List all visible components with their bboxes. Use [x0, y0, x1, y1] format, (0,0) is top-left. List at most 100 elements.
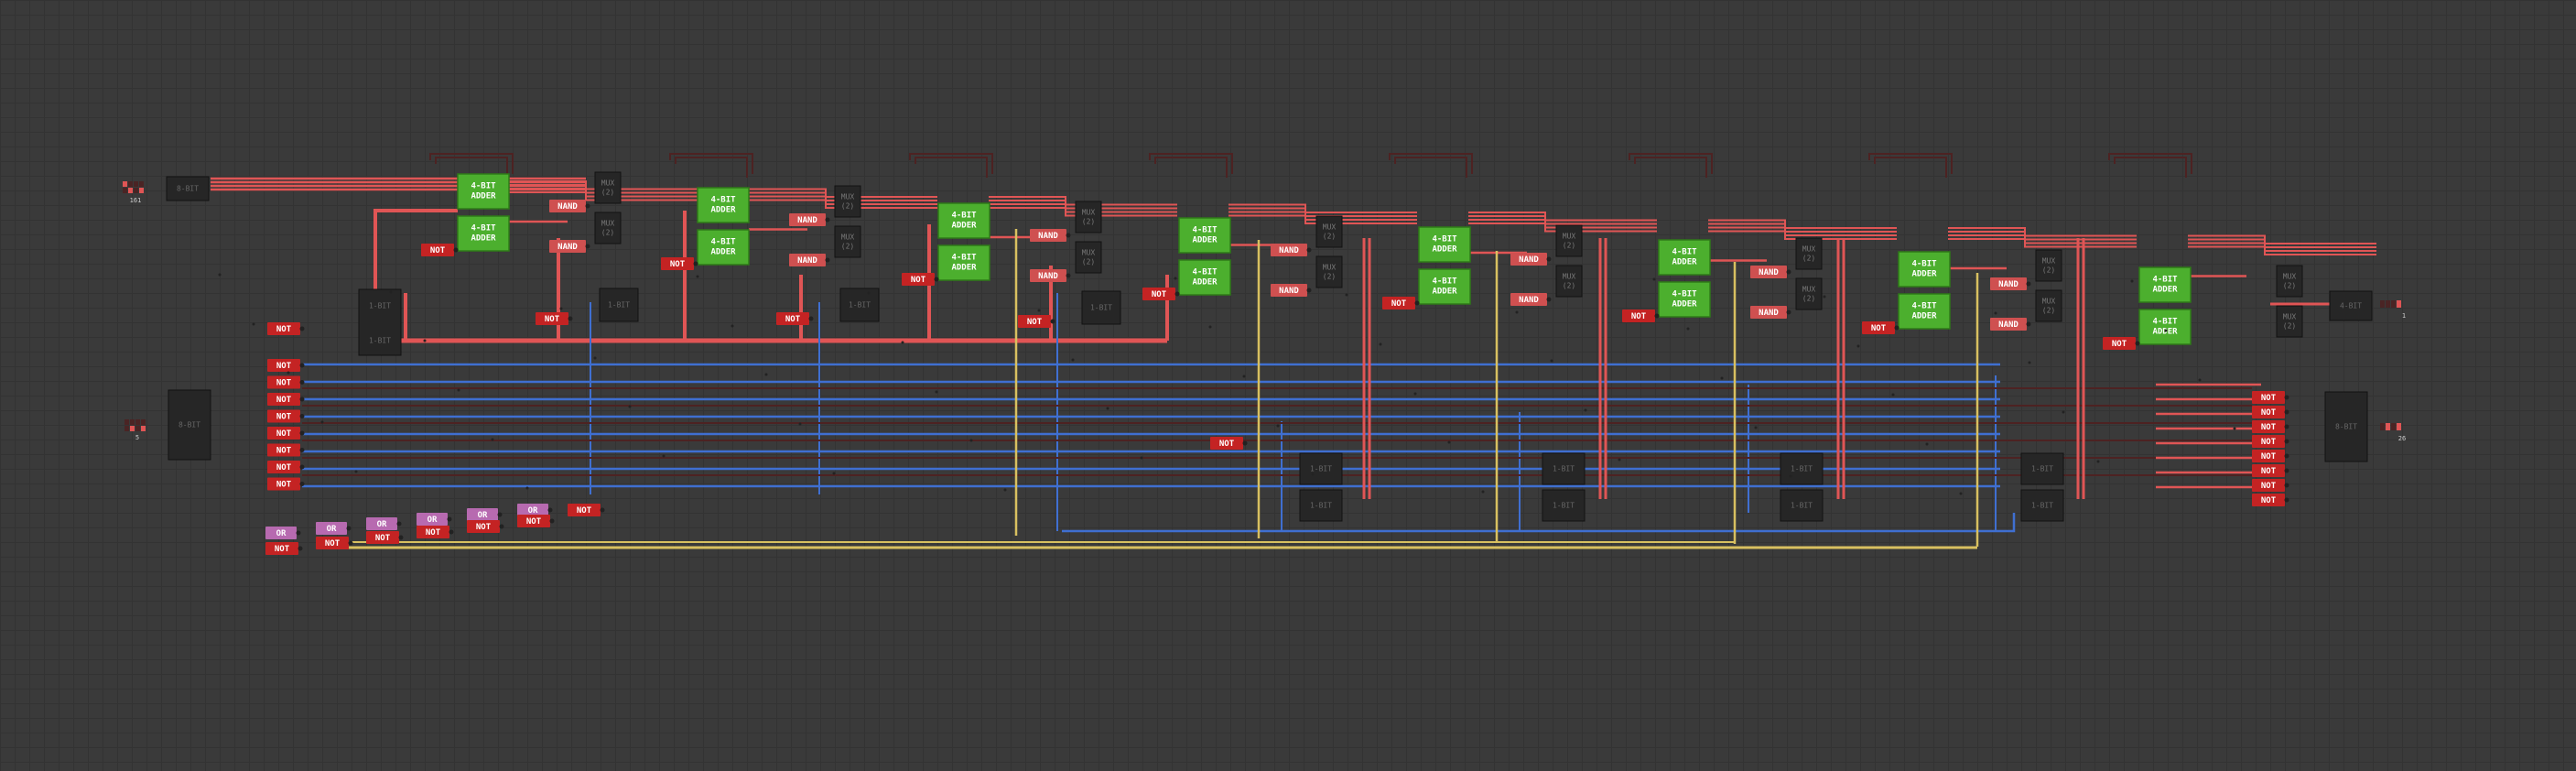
bit-switch[interactable]	[139, 188, 144, 193]
or-not-gate-5[interactable]: NOT	[517, 515, 555, 527]
adder-high-5[interactable]: 4-BITADDER	[1658, 239, 1711, 276]
adder-high-1[interactable]: 4-BITADDER	[697, 187, 750, 223]
adder-low-3[interactable]: 4-BITADDER	[1178, 259, 1231, 296]
nand-gate-1[interactable]: NAND	[789, 213, 830, 226]
bit-switch[interactable]	[124, 419, 129, 425]
nand-gate-b6[interactable]: NAND	[1990, 318, 2031, 331]
circuit-diagram[interactable]: 161 8-BIT 5 8-BIT NOT NOT NOT NOT NOT NOT NOT NOT NO…	[0, 0, 2576, 767]
nand-gate-b0[interactable]: NAND	[549, 240, 590, 253]
bit-switch[interactable]	[130, 426, 135, 431]
stage-splitter-0[interactable]: 1-BIT	[599, 288, 639, 322]
or-gate-0[interactable]: OR	[265, 527, 301, 539]
carry-not-1[interactable]: NOT	[661, 257, 698, 270]
final-not-gate[interactable]: NOT	[568, 504, 605, 516]
carry-not-0[interactable]: NOT	[421, 244, 459, 256]
stage-not-0[interactable]: NOT	[536, 312, 573, 325]
bit-switch[interactable]	[128, 181, 133, 187]
mux-low-6[interactable]: MUX(2)	[2035, 289, 2062, 322]
stage-not-1[interactable]: NOT	[776, 312, 814, 325]
carry-not-3[interactable]: NOT	[1142, 288, 1180, 300]
mux-high-0[interactable]: MUX(2)	[594, 171, 622, 204]
lower-splitter-bot-0[interactable]: 1-BIT	[1299, 489, 1343, 522]
adder-low-5[interactable]: 4-BITADDER	[1658, 281, 1711, 318]
carry-not-7[interactable]: NOT	[2103, 337, 2140, 350]
stage-not-2[interactable]: NOT	[1018, 315, 1055, 328]
or-gate-3[interactable]: OR	[417, 513, 452, 526]
lower-splitter-bot-3[interactable]: 1-BIT	[2020, 489, 2064, 522]
adder-low-0[interactable]: 4-BITADDER	[457, 215, 510, 252]
bit-switch[interactable]	[134, 188, 138, 193]
output-not-gate[interactable]: NOT	[2252, 450, 2289, 462]
output-not-gate[interactable]: NOT	[2252, 435, 2289, 448]
nand-gate-0[interactable]: NAND	[549, 200, 590, 212]
invert-not-gate[interactable]: NOT	[267, 409, 305, 423]
input-a-splitter[interactable]: 8-BIT	[166, 176, 210, 201]
or-gate-4[interactable]: OR	[467, 508, 503, 521]
lower-splitter-top-3[interactable]: 1-BIT	[2020, 452, 2064, 485]
nand-gate-6[interactable]: NAND	[1990, 277, 2031, 290]
input-b-switches[interactable]	[124, 419, 146, 431]
output-not-gate[interactable]: NOT	[2252, 391, 2289, 404]
lower-splitter-top-0[interactable]: 1-BIT	[1299, 452, 1343, 485]
lower-splitter-top-2[interactable]: 1-BIT	[1780, 452, 1824, 485]
mux-high-7[interactable]: MUX(2)	[2276, 265, 2303, 298]
lower-not-gate[interactable]: NOT	[1210, 437, 1248, 450]
nand-gate-b1[interactable]: NAND	[789, 254, 830, 266]
nand-gate-5[interactable]: NAND	[1750, 266, 1791, 278]
adder-high-0[interactable]: 4-BITADDER	[457, 173, 510, 210]
mux-high-4[interactable]: MUX(2)	[1555, 224, 1583, 257]
bit-switch[interactable]	[130, 419, 135, 425]
mux-high-6[interactable]: MUX(2)	[2035, 249, 2062, 282]
mux-high-2[interactable]: MUX(2)	[1075, 201, 1102, 233]
mux-low-3[interactable]: MUX(2)	[1315, 255, 1343, 288]
output-not-gate[interactable]: NOT	[2252, 406, 2289, 418]
lower-splitter-bot-1[interactable]: 1-BIT	[1542, 489, 1586, 522]
adder-high-3[interactable]: 4-BITADDER	[1178, 217, 1231, 254]
mux-low-2[interactable]: MUX(2)	[1075, 241, 1102, 274]
bit-switch[interactable]	[141, 426, 146, 431]
adder-high-2[interactable]: 4-BITADDER	[937, 202, 990, 239]
nand-gate-4[interactable]: NAND	[1510, 253, 1552, 266]
nand-gate-b3[interactable]: NAND	[1271, 284, 1312, 297]
invert-not-gate[interactable]: NOT	[267, 443, 305, 457]
invert-not-gate[interactable]: NOT	[267, 375, 305, 389]
bit-switch[interactable]	[123, 188, 127, 193]
nand-gate-b4[interactable]: NAND	[1510, 293, 1552, 306]
chip-body[interactable]	[358, 288, 402, 356]
mux-low-7[interactable]: MUX(2)	[2276, 305, 2303, 338]
invert-not-gate[interactable]: NOT	[267, 393, 305, 406]
nand-gate-3[interactable]: NAND	[1271, 244, 1312, 256]
or-not-gate-2[interactable]: NOT	[366, 531, 404, 544]
mux-high-3[interactable]: MUX(2)	[1315, 215, 1343, 248]
invert-not-gate[interactable]: NOT	[267, 461, 305, 473]
lower-splitter-top-1[interactable]: 1-BIT	[1542, 452, 1586, 485]
bit-switch[interactable]	[124, 426, 129, 431]
adder-high-4[interactable]: 4-BITADDER	[1418, 226, 1471, 263]
stage-splitter-2[interactable]: 1-BIT	[1081, 290, 1121, 325]
carry-not-6[interactable]: NOT	[1862, 321, 1900, 334]
mid-splitter[interactable]	[358, 288, 402, 356]
nand-gate-b2[interactable]: NAND	[1030, 269, 1071, 282]
carry-not-2[interactable]: NOT	[902, 273, 939, 286]
or-not-gate-3[interactable]: NOT	[417, 526, 454, 538]
output-not-gate[interactable]: NOT	[2252, 420, 2289, 433]
carry-not-4[interactable]: NOT	[1382, 297, 1420, 309]
or-not-gate-4[interactable]: NOT	[467, 520, 504, 533]
bit-switch[interactable]	[141, 419, 146, 425]
circuit-canvas[interactable]: 161 8-BIT 5 8-BIT NOT NOT NOT NOT NOT NOT NOT NOT NO…	[0, 0, 2576, 767]
bit-switch[interactable]	[139, 181, 144, 187]
mux-high-5[interactable]: MUX(2)	[1795, 237, 1823, 270]
bit-switch[interactable]	[135, 419, 140, 425]
input-b-splitter[interactable]: 8-BIT	[168, 389, 211, 461]
or-gate-5[interactable]: OR	[517, 504, 553, 516]
mux-low-5[interactable]: MUX(2)	[1795, 277, 1823, 310]
invert-not-gate[interactable]: NOT	[267, 477, 305, 491]
or-gate-2[interactable]: OR	[366, 517, 402, 530]
adder-low-4[interactable]: 4-BITADDER	[1418, 268, 1471, 305]
mux-low-0[interactable]: MUX(2)	[594, 212, 622, 244]
sub-not-gate[interactable]: NOT	[267, 322, 305, 335]
mux-high-1[interactable]: MUX(2)	[834, 185, 861, 218]
output-b-splitter[interactable]: 8-BIT	[2324, 391, 2368, 462]
bit-switch[interactable]	[128, 188, 133, 193]
output-not-gate[interactable]: NOT	[2252, 479, 2289, 492]
